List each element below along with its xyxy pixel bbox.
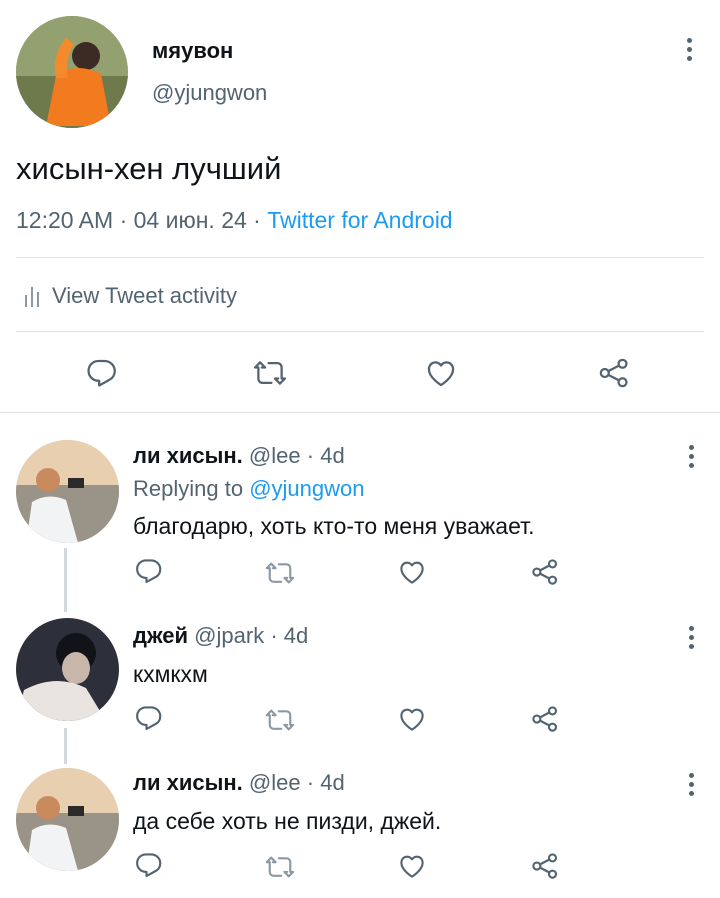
more-vertical-icon[interactable] bbox=[688, 773, 694, 796]
reply-age: 4d bbox=[320, 443, 345, 468]
reply-age: 4d bbox=[320, 770, 345, 795]
view-tweet-activity-link[interactable]: View Tweet activity bbox=[24, 282, 237, 310]
retweet-icon[interactable] bbox=[265, 852, 295, 882]
thread-line bbox=[64, 728, 67, 764]
avatar-image bbox=[16, 618, 119, 721]
divider bbox=[16, 331, 704, 332]
more-vertical-icon[interactable] bbox=[688, 445, 694, 468]
avatar-image bbox=[16, 440, 119, 543]
reply-display-name[interactable]: ли хисын. bbox=[133, 770, 243, 795]
tweet-date: 04 июн. 24 bbox=[133, 207, 247, 233]
avatar[interactable] bbox=[16, 440, 119, 543]
share-icon[interactable] bbox=[530, 851, 560, 881]
bar-chart-icon bbox=[25, 287, 39, 307]
reply-icon[interactable] bbox=[134, 850, 164, 880]
share-icon[interactable] bbox=[530, 557, 560, 587]
share-icon[interactable] bbox=[530, 704, 560, 734]
reply-age: 4d bbox=[283, 623, 309, 648]
avatar[interactable] bbox=[16, 618, 119, 721]
reply-icon[interactable] bbox=[134, 556, 164, 586]
activity-label: View Tweet activity bbox=[52, 283, 238, 308]
divider bbox=[16, 257, 704, 258]
meta-separator: · bbox=[306, 770, 315, 795]
reply-text: кхмкхм bbox=[133, 661, 208, 687]
heart-icon[interactable] bbox=[423, 356, 459, 390]
reply-display-name[interactable]: ли хисын. bbox=[133, 443, 243, 468]
share-icon[interactable] bbox=[597, 356, 631, 390]
divider bbox=[0, 412, 720, 413]
more-vertical-icon[interactable] bbox=[688, 626, 694, 649]
retweet-icon[interactable] bbox=[253, 356, 287, 390]
meta-separator: · bbox=[306, 443, 315, 468]
author-display-name[interactable]: мяувон bbox=[152, 38, 233, 64]
reply-handle[interactable]: @lee bbox=[249, 770, 301, 795]
reply-header: ли хисын. @lee · 4d bbox=[133, 443, 345, 469]
tweet-time: 12:20 AM bbox=[16, 207, 114, 233]
reply-handle[interactable]: @lee bbox=[249, 443, 301, 468]
replying-to-label: Replying to bbox=[133, 476, 244, 501]
tweet-source-link[interactable]: Twitter for Android bbox=[267, 207, 452, 233]
more-vertical-icon[interactable] bbox=[686, 38, 692, 61]
heart-icon[interactable] bbox=[396, 557, 428, 587]
reply-text: благодарю, хоть кто-то меня уважает. bbox=[133, 513, 535, 539]
retweet-icon[interactable] bbox=[265, 705, 295, 735]
avatar-image bbox=[16, 768, 119, 871]
meta-separator: · bbox=[270, 623, 278, 648]
reply-display-name[interactable]: джей bbox=[133, 623, 188, 648]
avatar[interactable] bbox=[16, 768, 119, 871]
author-handle[interactable]: @yjungwon bbox=[152, 80, 267, 106]
reply-header: ли хисын. @lee · 4d bbox=[133, 770, 345, 796]
avatar-image bbox=[16, 16, 128, 128]
tweet-text: хисын-хен лучший bbox=[16, 151, 282, 186]
retweet-icon[interactable] bbox=[265, 558, 295, 588]
reply-text: да себе хоть не пизди, джей. bbox=[133, 808, 442, 834]
reply-handle[interactable]: @jpark bbox=[194, 623, 264, 648]
reply-header: джей @jpark · 4d bbox=[133, 623, 308, 649]
tweet-meta: 12:20 AM · 04 июн. 24 · Twitter for Andr… bbox=[16, 207, 453, 234]
reply-icon[interactable] bbox=[85, 356, 119, 390]
heart-icon[interactable] bbox=[396, 851, 428, 881]
thread-line bbox=[64, 548, 67, 612]
meta-separator: · bbox=[119, 207, 128, 233]
heart-icon[interactable] bbox=[396, 704, 428, 734]
reply-icon[interactable] bbox=[134, 703, 164, 733]
avatar[interactable] bbox=[16, 16, 128, 128]
replying-to-line: Replying to @yjungwon bbox=[133, 476, 365, 502]
meta-separator: · bbox=[253, 207, 261, 233]
replying-to-handle-link[interactable]: @yjungwon bbox=[249, 476, 364, 501]
